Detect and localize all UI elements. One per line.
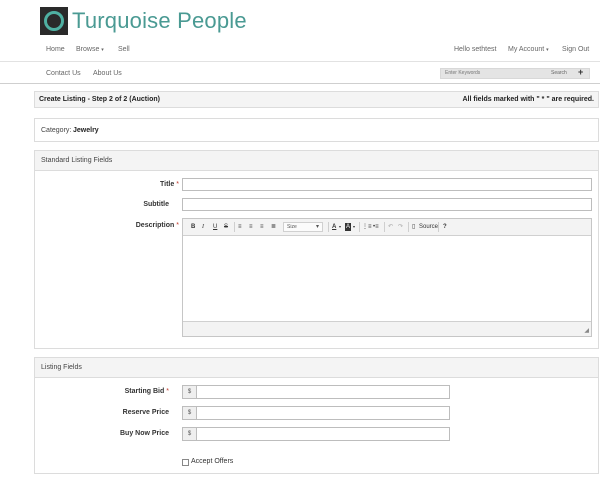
site-title[interactable]: Turquoise People <box>72 7 247 35</box>
logo-ring <box>44 11 64 31</box>
currency-symbol: $ <box>183 428 197 440</box>
title-label: Title * <box>95 181 179 188</box>
source-button[interactable]: Source <box>419 223 438 231</box>
title-input[interactable] <box>182 178 592 191</box>
align-center-icon[interactable]: ≡ <box>249 223 253 231</box>
standard-fields-panel: Standard Listing Fields Title * Subtitle … <box>34 150 599 349</box>
standard-fields-heading-text: Standard Listing Fields <box>41 157 113 164</box>
text-color-icon[interactable]: A <box>332 223 336 231</box>
redo-icon[interactable]: ↷ <box>398 223 403 231</box>
font-size-label: Size <box>287 224 297 230</box>
subtitle-input[interactable] <box>182 198 592 211</box>
help-icon[interactable]: ? <box>443 223 447 231</box>
description-label: Description * <box>95 222 179 229</box>
standard-fields-heading: Standard Listing Fields <box>35 151 598 171</box>
search-placeholder: Enter Keywords <box>445 70 481 76</box>
undo-icon[interactable]: ↶ <box>388 223 393 231</box>
editor-footer: ◢ <box>183 321 591 336</box>
listing-fields-heading-text: Listing Fields <box>41 364 82 371</box>
bullet-list-icon[interactable]: •≡ <box>373 223 379 231</box>
currency-symbol: $ <box>183 386 197 398</box>
chevron-down-icon[interactable]: ▾ <box>353 223 355 231</box>
bg-color-icon[interactable]: A <box>345 223 352 231</box>
category-label: Category: <box>41 127 72 134</box>
nav-my-account-label: My Account <box>508 46 545 53</box>
resize-grip-icon[interactable]: ◢ <box>584 327 589 334</box>
listing-fields-panel: Listing Fields Starting Bid * $ Reserve P… <box>34 357 599 474</box>
toolbar-separator <box>408 222 409 232</box>
buy-now-price-input[interactable]: $ <box>182 427 450 441</box>
accept-offers-checkbox[interactable] <box>182 459 189 466</box>
underline-button[interactable]: U <box>213 223 217 231</box>
strike-button[interactable]: S <box>224 223 228 231</box>
description-textarea[interactable] <box>183 236 591 322</box>
nav-sign-out[interactable]: Sign Out <box>562 46 589 53</box>
nav-home[interactable]: Home <box>46 46 65 53</box>
align-left-icon[interactable]: ≡ <box>238 223 242 231</box>
main-nav: Home Browse ▾ Sell Hello sethtest My Acc… <box>0 40 600 62</box>
category-value: Jewelry <box>73 127 99 134</box>
description-editor[interactable]: B I U S ≡ ≡ ≡ ≣ Size ▾ A ▾ A ▾ ⋮≡ •≡ ↶ ↷ … <box>182 218 592 337</box>
listing-fields-heading: Listing Fields <box>35 358 598 378</box>
plus-icon[interactable]: + <box>578 67 583 77</box>
nav-sell[interactable]: Sell <box>118 46 130 53</box>
starting-bid-label-text: Starting Bid <box>124 388 165 395</box>
subtitle-label: Subtitle <box>143 201 169 208</box>
font-size-select[interactable]: Size ▾ <box>283 222 323 232</box>
starting-bid-input[interactable]: $ <box>182 385 450 399</box>
nav-greeting: Hello sethtest <box>454 46 497 53</box>
required-mark: * <box>176 181 179 188</box>
nav-contact[interactable]: Contact Us <box>46 70 81 77</box>
chevron-down-icon[interactable]: ▾ <box>339 223 341 231</box>
toolbar-separator <box>359 222 360 232</box>
chevron-down-icon: ▾ <box>101 47 104 53</box>
accept-offers-label[interactable]: Accept Offers <box>191 458 233 465</box>
chevron-down-icon: ▾ <box>315 224 319 230</box>
nav-browse-label: Browse <box>76 46 100 53</box>
source-icon[interactable]: ▯ <box>412 223 415 231</box>
nav-my-account[interactable]: My Account ▾ <box>508 46 549 53</box>
numbered-list-icon[interactable]: ⋮≡ <box>362 223 372 231</box>
search-input[interactable]: Enter Keywords Search + <box>440 67 590 79</box>
starting-bid-label: Starting Bid * <box>75 388 169 395</box>
category-box: Category: Jewelry <box>34 118 599 142</box>
currency-symbol: $ <box>183 407 197 419</box>
nav-browse[interactable]: Browse ▾ <box>76 46 104 53</box>
buy-now-price-label: Buy Now Price <box>119 430 169 437</box>
description-label-text: Description <box>135 222 175 229</box>
toolbar-separator <box>438 222 439 232</box>
reserve-price-label: Reserve Price <box>122 409 169 416</box>
toolbar-separator <box>384 222 385 232</box>
step-header: Create Listing - Step 2 of 2 (Auction) A… <box>34 91 599 108</box>
title-label-text: Title <box>160 181 175 188</box>
logo-icon[interactable] <box>40 7 68 35</box>
nav-about[interactable]: About Us <box>93 70 122 77</box>
italic-button[interactable]: I <box>202 223 204 231</box>
toolbar-separator <box>234 222 235 232</box>
step-title: Create Listing - Step 2 of 2 (Auction) <box>39 96 160 103</box>
align-justify-icon[interactable]: ≣ <box>271 223 276 231</box>
editor-toolbar: B I U S ≡ ≡ ≡ ≣ Size ▾ A ▾ A ▾ ⋮≡ •≡ ↶ ↷ … <box>183 219 591 236</box>
search-button[interactable]: Search <box>551 70 567 76</box>
bold-button[interactable]: B <box>191 223 195 231</box>
required-note: All fields marked with " * " are require… <box>462 96 594 103</box>
reserve-price-input[interactable]: $ <box>182 406 450 420</box>
required-mark: * <box>176 222 179 229</box>
toolbar-separator <box>328 222 329 232</box>
align-right-icon[interactable]: ≡ <box>260 223 264 231</box>
chevron-down-icon: ▾ <box>546 47 549 53</box>
required-mark: * <box>166 388 169 395</box>
